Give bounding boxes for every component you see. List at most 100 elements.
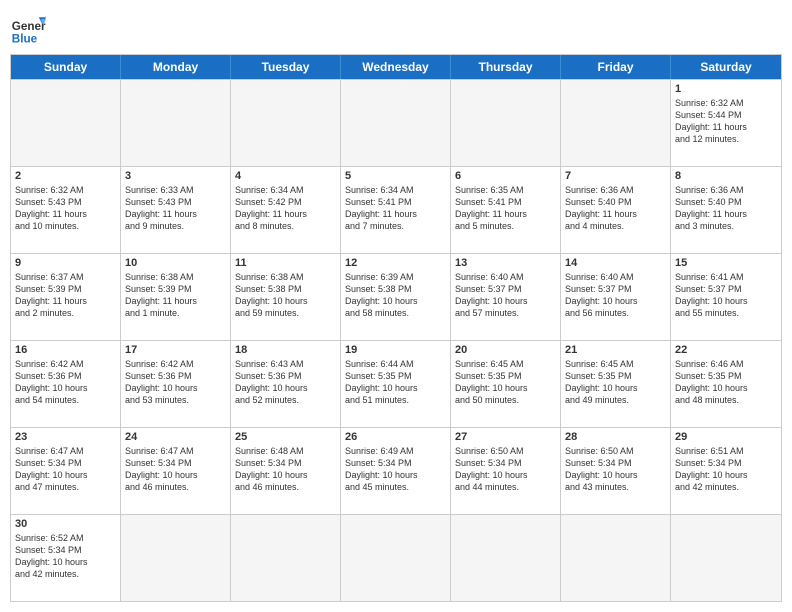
day-number: 16 [15, 344, 116, 356]
cell-info: Sunrise: 6:45 AMSunset: 5:35 PMDaylight:… [565, 358, 666, 407]
cell-info: Sunrise: 6:43 AMSunset: 5:36 PMDaylight:… [235, 358, 336, 407]
calendar-cell [451, 80, 561, 166]
calendar-cell: 1Sunrise: 6:32 AMSunset: 5:44 PMDaylight… [671, 80, 781, 166]
calendar-cell: 3Sunrise: 6:33 AMSunset: 5:43 PMDaylight… [121, 167, 231, 253]
calendar-cell: 4Sunrise: 6:34 AMSunset: 5:42 PMDaylight… [231, 167, 341, 253]
calendar-cell: 27 Sunrise: 6:50 AMSunset: 5:34 PMDayligh… [451, 428, 561, 514]
calendar-cell: 23 Sunrise: 6:47 AMSunset: 5:34 PMDayligh… [11, 428, 121, 514]
calendar-cell: 24 Sunrise: 6:47 AMSunset: 5:34 PMDayligh… [121, 428, 231, 514]
day-number: 22 [675, 344, 777, 356]
calendar-cell: 11Sunrise: 6:38 AMSunset: 5:38 PMDayligh… [231, 254, 341, 340]
day-number: 29 [675, 431, 777, 443]
day-number: 14 [565, 257, 666, 269]
calendar-cell [121, 80, 231, 166]
calendar-cell [11, 80, 121, 166]
day-number: 13 [455, 257, 556, 269]
day-number: 23 [15, 431, 116, 443]
calendar-week-4: 23 Sunrise: 6:47 AMSunset: 5:34 PMDayligh… [11, 427, 781, 514]
day-number: 17 [125, 344, 226, 356]
calendar-cell: 30Sunrise: 6:52 AMSunset: 5:34 PMDayligh… [11, 515, 121, 601]
day-number: 9 [15, 257, 116, 269]
cell-info: Sunrise: 6:32 AMSunset: 5:43 PMDaylight:… [15, 184, 116, 233]
cell-info: Sunrise: 6:38 AMSunset: 5:38 PMDaylight:… [235, 271, 336, 320]
cell-info: Sunrise: 6:45 AMSunset: 5:35 PMDaylight:… [455, 358, 556, 407]
cell-info: Sunrise: 6:50 AMSunset: 5:34 PMDaylight:… [565, 445, 666, 494]
calendar-cell: 22 Sunrise: 6:46 AMSunset: 5:35 PMDayligh… [671, 341, 781, 427]
weekday-header-friday: Friday [561, 55, 671, 79]
weekday-header-sunday: Sunday [11, 55, 121, 79]
calendar-cell [341, 80, 451, 166]
calendar-cell: 18 Sunrise: 6:43 AMSunset: 5:36 PMDayligh… [231, 341, 341, 427]
weekday-header-thursday: Thursday [451, 55, 561, 79]
cell-info: Sunrise: 6:46 AMSunset: 5:35 PMDaylight:… [675, 358, 777, 407]
day-number: 6 [455, 170, 556, 182]
calendar-week-1: 2 Sunrise: 6:32 AMSunset: 5:43 PMDaylight… [11, 166, 781, 253]
calendar-cell: 9 Sunrise: 6:37 AMSunset: 5:39 PMDaylight… [11, 254, 121, 340]
day-number: 2 [15, 170, 116, 182]
calendar-cell: 16 Sunrise: 6:42 AMSunset: 5:36 PMDayligh… [11, 341, 121, 427]
day-number: 5 [345, 170, 446, 182]
weekday-header-saturday: Saturday [671, 55, 781, 79]
calendar-cell [561, 515, 671, 601]
calendar-cell [451, 515, 561, 601]
calendar: SundayMondayTuesdayWednesdayThursdayFrid… [10, 54, 782, 602]
calendar-cell [121, 515, 231, 601]
cell-info: Sunrise: 6:50 AMSunset: 5:34 PMDaylight:… [455, 445, 556, 494]
cell-info: Sunrise: 6:37 AMSunset: 5:39 PMDaylight:… [15, 271, 116, 320]
day-number: 18 [235, 344, 336, 356]
calendar-body: 1Sunrise: 6:32 AMSunset: 5:44 PMDaylight… [11, 79, 781, 601]
logo: General Blue [10, 10, 46, 46]
cell-info: Sunrise: 6:42 AMSunset: 5:36 PMDaylight:… [15, 358, 116, 407]
calendar-cell: 15 Sunrise: 6:41 AMSunset: 5:37 PMDayligh… [671, 254, 781, 340]
calendar-header: SundayMondayTuesdayWednesdayThursdayFrid… [11, 55, 781, 79]
svg-text:Blue: Blue [12, 32, 38, 45]
cell-info: Sunrise: 6:36 AMSunset: 5:40 PMDaylight:… [565, 184, 666, 233]
cell-info: Sunrise: 6:35 AMSunset: 5:41 PMDaylight:… [455, 184, 556, 233]
calendar-cell [231, 515, 341, 601]
calendar-cell: 10Sunrise: 6:38 AMSunset: 5:39 PMDayligh… [121, 254, 231, 340]
day-number: 24 [125, 431, 226, 443]
cell-info: Sunrise: 6:38 AMSunset: 5:39 PMDaylight:… [125, 271, 226, 320]
weekday-header-monday: Monday [121, 55, 231, 79]
calendar-cell: 8 Sunrise: 6:36 AMSunset: 5:40 PMDaylight… [671, 167, 781, 253]
cell-info: Sunrise: 6:40 AMSunset: 5:37 PMDaylight:… [565, 271, 666, 320]
cell-info: Sunrise: 6:47 AMSunset: 5:34 PMDaylight:… [15, 445, 116, 494]
calendar-cell: 17 Sunrise: 6:42 AMSunset: 5:36 PMDayligh… [121, 341, 231, 427]
page: General Blue SundayMondayTuesdayWednesda… [0, 0, 792, 612]
cell-info: Sunrise: 6:36 AMSunset: 5:40 PMDaylight:… [675, 184, 777, 233]
weekday-header-tuesday: Tuesday [231, 55, 341, 79]
cell-info: Sunrise: 6:44 AMSunset: 5:35 PMDaylight:… [345, 358, 446, 407]
calendar-cell: 6 Sunrise: 6:35 AMSunset: 5:41 PMDaylight… [451, 167, 561, 253]
calendar-cell: 13 Sunrise: 6:40 AMSunset: 5:37 PMDayligh… [451, 254, 561, 340]
calendar-cell: 12Sunrise: 6:39 AMSunset: 5:38 PMDayligh… [341, 254, 451, 340]
day-number: 8 [675, 170, 777, 182]
logo-icon: General Blue [10, 10, 46, 46]
cell-info: Sunrise: 6:47 AMSunset: 5:34 PMDaylight:… [125, 445, 226, 494]
weekday-header-wednesday: Wednesday [341, 55, 451, 79]
cell-info: Sunrise: 6:32 AMSunset: 5:44 PMDaylight:… [675, 97, 777, 146]
cell-info: Sunrise: 6:33 AMSunset: 5:43 PMDaylight:… [125, 184, 226, 233]
calendar-cell [341, 515, 451, 601]
calendar-cell: 26Sunrise: 6:49 AMSunset: 5:34 PMDayligh… [341, 428, 451, 514]
calendar-week-3: 16 Sunrise: 6:42 AMSunset: 5:36 PMDayligh… [11, 340, 781, 427]
calendar-cell [671, 515, 781, 601]
day-number: 28 [565, 431, 666, 443]
svg-text:General: General [12, 20, 46, 33]
cell-info: Sunrise: 6:42 AMSunset: 5:36 PMDaylight:… [125, 358, 226, 407]
cell-info: Sunrise: 6:40 AMSunset: 5:37 PMDaylight:… [455, 271, 556, 320]
day-number: 15 [675, 257, 777, 269]
calendar-cell: 5Sunrise: 6:34 AMSunset: 5:41 PMDaylight… [341, 167, 451, 253]
cell-info: Sunrise: 6:49 AMSunset: 5:34 PMDaylight:… [345, 445, 446, 494]
calendar-cell: 29Sunrise: 6:51 AMSunset: 5:34 PMDayligh… [671, 428, 781, 514]
calendar-cell: 14 Sunrise: 6:40 AMSunset: 5:37 PMDayligh… [561, 254, 671, 340]
cell-info: Sunrise: 6:48 AMSunset: 5:34 PMDaylight:… [235, 445, 336, 494]
day-number: 12 [345, 257, 446, 269]
day-number: 20 [455, 344, 556, 356]
calendar-cell [561, 80, 671, 166]
cell-info: Sunrise: 6:41 AMSunset: 5:37 PMDaylight:… [675, 271, 777, 320]
calendar-week-0: 1Sunrise: 6:32 AMSunset: 5:44 PMDaylight… [11, 79, 781, 166]
day-number: 27 [455, 431, 556, 443]
calendar-week-2: 9 Sunrise: 6:37 AMSunset: 5:39 PMDaylight… [11, 253, 781, 340]
cell-info: Sunrise: 6:34 AMSunset: 5:42 PMDaylight:… [235, 184, 336, 233]
cell-info: Sunrise: 6:52 AMSunset: 5:34 PMDaylight:… [15, 532, 116, 581]
